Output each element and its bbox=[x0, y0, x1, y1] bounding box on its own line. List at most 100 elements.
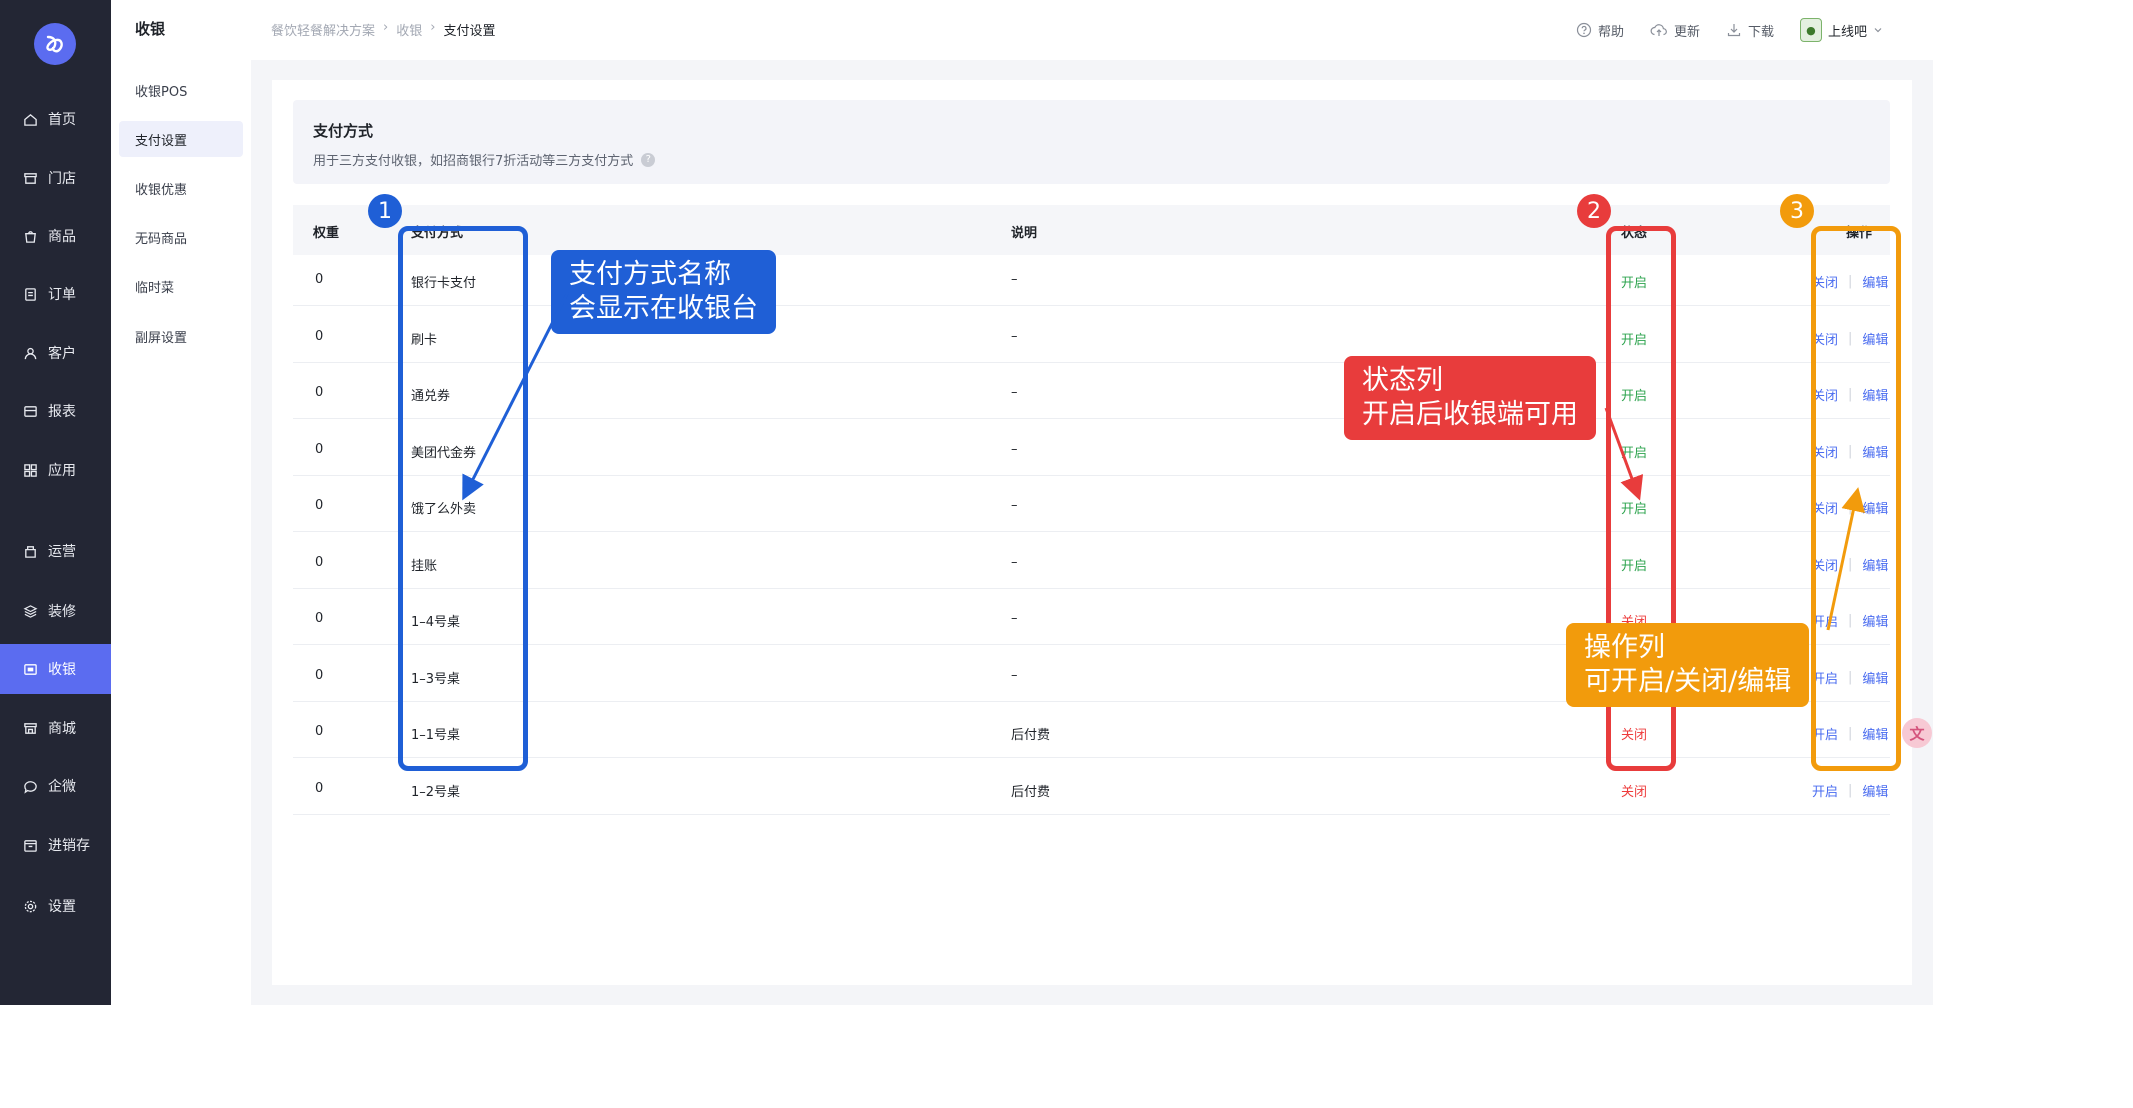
subnav-item[interactable]: 无码商品 bbox=[119, 219, 243, 255]
question-icon[interactable]: ? bbox=[641, 152, 656, 167]
nav-item-bag[interactable]: 商品 bbox=[0, 211, 111, 261]
cell-weight: 0 bbox=[315, 272, 324, 287]
nav-item-inventory[interactable]: 进销存 bbox=[0, 820, 111, 870]
subnav-title: 收银 bbox=[135, 20, 166, 38]
cloud-update-icon bbox=[1650, 24, 1667, 36]
cell-weight: 0 bbox=[315, 441, 324, 457]
callout-actions-column: 操作列 可开启/关闭/编辑 bbox=[1566, 623, 1810, 707]
cell-weight: 0 bbox=[315, 554, 324, 570]
nav-item-report[interactable]: 报表 bbox=[0, 386, 111, 436]
column-header-desc: 说明 bbox=[1011, 226, 1038, 241]
translate-float-button[interactable]: 文 bbox=[1902, 718, 1932, 748]
subnav-item[interactable]: 支付设置 bbox=[119, 121, 243, 157]
status-badge: 关闭 bbox=[1621, 784, 1648, 800]
breadcrumb-item-cashier[interactable]: 收银 bbox=[396, 20, 422, 39]
inventory-icon bbox=[22, 837, 38, 853]
callout-status-line1: 状态列 bbox=[1362, 365, 1443, 396]
nav-item-label: 首页 bbox=[48, 112, 76, 128]
breadcrumb-item-current: 支付设置 bbox=[443, 24, 496, 39]
cell-weight: 0 bbox=[315, 780, 324, 796]
cell-description: – bbox=[1011, 385, 1018, 400]
update-link[interactable]: 更新 bbox=[1650, 21, 1700, 40]
callout-actions-line2: 可开启/关闭/编辑 bbox=[1584, 666, 1792, 697]
nav-item-cashier[interactable]: 收银 bbox=[0, 644, 111, 694]
cell-weight: 0 bbox=[315, 498, 324, 513]
breadcrumb-item-solution[interactable]: 餐饮轻餐解决方案 bbox=[271, 20, 375, 39]
app-logo[interactable] bbox=[34, 23, 76, 65]
cell-description: 后付费 bbox=[1011, 728, 1051, 743]
layers-icon bbox=[22, 603, 38, 619]
callout-status-line2: 开启后收银端可用 bbox=[1362, 399, 1578, 430]
cell-description: – bbox=[1011, 667, 1018, 683]
secondary-sidebar: 收银 收银POS 支付设置收银优惠无码商品临时菜副屏设置 bbox=[111, 0, 251, 1005]
nav-item-mall[interactable]: 商城 bbox=[0, 703, 111, 753]
subnav-item[interactable]: 收银优惠 bbox=[119, 170, 243, 206]
help-icon bbox=[1576, 22, 1592, 38]
download-link[interactable]: 下载 bbox=[1726, 21, 1774, 40]
intro-description: 用于三方支付收银，如招商银行7折活动等三方支付方式 ? bbox=[313, 150, 656, 169]
nav-item-apps[interactable]: 应用 bbox=[0, 445, 111, 495]
cell-description: – bbox=[1011, 611, 1018, 626]
nav-item-label: 企微 bbox=[48, 779, 76, 795]
nav-item-store[interactable]: 门店 bbox=[0, 153, 111, 203]
nav-item-user[interactable]: 客户 bbox=[0, 328, 111, 378]
nav-item-label: 运营 bbox=[48, 544, 76, 560]
nav-item-label: 门店 bbox=[48, 171, 76, 187]
nav-item-operation[interactable]: 运营 bbox=[0, 526, 111, 576]
user-menu[interactable]: ● 上线吧 bbox=[1799, 18, 1883, 42]
cell-weight: 0 bbox=[315, 611, 324, 626]
subnav-item[interactable]: 临时菜 bbox=[119, 268, 243, 304]
nav-item-label: 报表 bbox=[48, 404, 76, 420]
report-icon bbox=[22, 403, 38, 419]
breadcrumb-separator: › bbox=[383, 20, 389, 35]
toggle-status-link[interactable]: 开启 bbox=[1812, 781, 1838, 800]
intro-desc-text: 用于三方支付收银，如招商银行7折活动等三方支付方式 bbox=[313, 154, 634, 169]
nav-item-label: 进销存 bbox=[48, 838, 90, 854]
subnav-item[interactable]: 收银POS bbox=[119, 72, 243, 108]
nav-item-label: 商城 bbox=[48, 721, 76, 737]
cell-description: – bbox=[1011, 272, 1018, 287]
bag-icon bbox=[22, 228, 38, 244]
nav-item-label: 商品 bbox=[48, 229, 76, 245]
nav-item-gear[interactable]: 设置 bbox=[0, 881, 111, 931]
nav-item-label: 装修 bbox=[48, 604, 76, 620]
nav-item-label: 订单 bbox=[48, 287, 76, 303]
breadcrumb: 餐饮轻餐解决方案 › 收银 › 支付设置 bbox=[271, 20, 495, 39]
nav-item-home[interactable]: 首页 bbox=[0, 94, 111, 144]
nav-item-layers[interactable]: 装修 bbox=[0, 586, 111, 636]
cell-description: 后付费 bbox=[1011, 784, 1051, 800]
store-icon bbox=[22, 170, 38, 186]
cell-description: – bbox=[1011, 328, 1018, 344]
nav-item-chat[interactable]: 企微 bbox=[0, 761, 111, 811]
update-label: 更新 bbox=[1673, 24, 1700, 40]
cell-weight: 0 bbox=[315, 724, 324, 739]
row-actions: 开启 | 编辑 bbox=[1812, 781, 1888, 800]
help-link[interactable]: 帮助 bbox=[1576, 21, 1624, 40]
operation-icon bbox=[22, 543, 38, 559]
highlight-box-actions-column bbox=[1811, 226, 1901, 771]
column-header-weight: 权重 bbox=[313, 226, 340, 241]
mall-icon bbox=[22, 720, 38, 736]
order-icon bbox=[22, 286, 38, 302]
cell-weight: 0 bbox=[315, 328, 324, 344]
callout-status-column: 状态列 开启后收银端可用 bbox=[1344, 356, 1596, 440]
callout-payment-line2: 会显示在收银台 bbox=[569, 293, 758, 324]
help-label: 帮助 bbox=[1597, 24, 1624, 40]
highlight-box-payment-column bbox=[398, 226, 528, 771]
edit-link[interactable]: 编辑 bbox=[1862, 781, 1888, 800]
main-sidebar: 首页门店商品订单客户报表应用运营装修收银商城企微进销存设置 bbox=[0, 0, 111, 1005]
subnav-item[interactable]: 副屏设置 bbox=[119, 318, 243, 354]
nav-item-label: 收银 bbox=[48, 662, 76, 678]
intro-title: 支付方式 bbox=[313, 122, 374, 140]
top-links: 帮助 更新 下载 ● 上线吧 bbox=[1576, 18, 1883, 42]
download-label: 下载 bbox=[1747, 24, 1774, 40]
chevron-down-icon bbox=[1874, 28, 1882, 33]
action-separator: | bbox=[1848, 782, 1853, 798]
download-icon bbox=[1727, 24, 1741, 37]
intro-panel: 支付方式 用于三方支付收银，如招商银行7折活动等三方支付方式 ? bbox=[293, 100, 1890, 184]
table-row: 0 1–2号桌 后付费 关闭 开启 | 编辑 bbox=[293, 764, 1890, 815]
nav-item-label: 设置 bbox=[48, 899, 76, 915]
nav-item-order[interactable]: 订单 bbox=[0, 269, 111, 319]
annotation-number-2: 2 bbox=[1577, 194, 1611, 228]
top-bar: 餐饮轻餐解决方案 › 收银 › 支付设置 帮助 更新 下载 ● 上线吧 bbox=[251, 0, 1933, 60]
